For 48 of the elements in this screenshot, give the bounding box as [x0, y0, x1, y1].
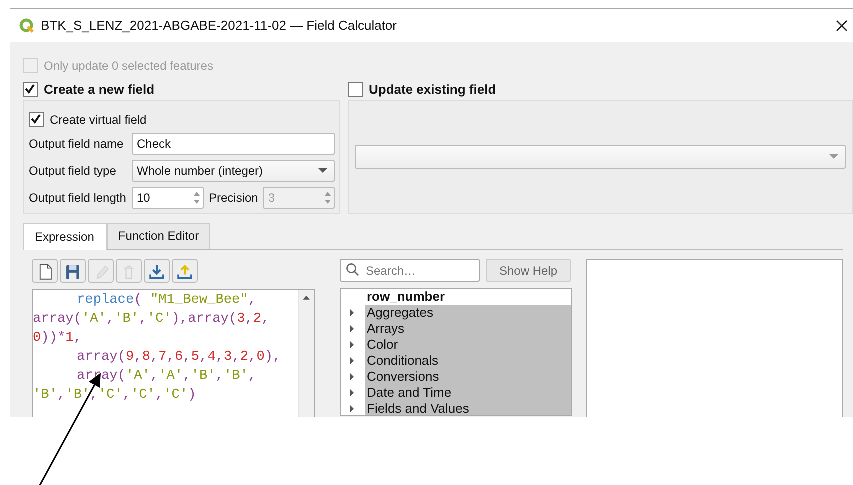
- dropdown-arrow-icon: [829, 154, 839, 160]
- toolbar-button[interactable]: [32, 259, 58, 283]
- function-group[interactable]: Color: [365, 337, 571, 353]
- checkbox-label: Update existing field: [369, 82, 496, 97]
- toolbar-button[interactable]: [60, 259, 86, 283]
- code-line: array('A','B','C'),array(3,2,: [33, 311, 271, 329]
- field-label: Precision: [209, 191, 258, 205]
- function-group[interactable]: Aggregates: [365, 305, 571, 321]
- function-group[interactable]: Conversions: [365, 369, 571, 385]
- field-type-dropdown[interactable]: Whole number (integer): [132, 160, 336, 182]
- expand-arrow-icon[interactable]: [348, 389, 356, 397]
- checkbox[interactable]: [29, 112, 44, 127]
- function-group[interactable]: Conditionals: [365, 353, 571, 369]
- field-label: Output field name: [29, 137, 125, 151]
- tab[interactable]: Expression: [23, 223, 108, 250]
- search-field[interactable]: Search…: [340, 259, 480, 282]
- output-name-field[interactable]: Check: [132, 133, 336, 155]
- dropdown-arrow-icon: [318, 168, 328, 174]
- app-logo-icon: [19, 18, 35, 34]
- function-item[interactable]: row_number: [365, 289, 571, 305]
- function-group[interactable]: Arrays: [365, 321, 571, 337]
- length-spinbox[interactable]: 10: [132, 187, 204, 209]
- tab[interactable]: Function Editor: [107, 223, 210, 249]
- function-group[interactable]: Fields and Values: [365, 401, 571, 415]
- show-help-button[interactable]: Show Help: [486, 259, 571, 282]
- checkbox-label: Only update 0 selected features: [44, 58, 214, 72]
- expand-arrow-icon[interactable]: [348, 341, 356, 349]
- expand-arrow-icon[interactable]: [348, 325, 356, 333]
- code-line: replace( "M1_Bew_Bee",: [76, 292, 258, 310]
- expand-arrow-icon[interactable]: [348, 309, 356, 317]
- field-label: Output field length: [29, 191, 128, 205]
- checkbox-label: Create a new field: [44, 82, 155, 97]
- window-title: BTK_S_LENZ_2021-ABGABE-2021-11-02 — Field Calculator: [41, 18, 398, 33]
- code-line: 0))*1,: [33, 330, 83, 348]
- checkbox-label: Create virtual field: [50, 112, 147, 126]
- toolbar-button[interactable]: [144, 259, 170, 283]
- scroll-bar[interactable]: [298, 290, 314, 417]
- checkbox[interactable]: [23, 82, 38, 97]
- toolbar-button[interactable]: [172, 259, 198, 283]
- checkbox[interactable]: [348, 82, 363, 97]
- expand-arrow-icon[interactable]: [348, 405, 356, 413]
- expand-arrow-icon[interactable]: [348, 373, 356, 381]
- field-dropdown[interactable]: [355, 145, 846, 169]
- function-group[interactable]: Date and Time: [365, 385, 571, 401]
- code-line: 'B','B','C','C','C'): [33, 387, 198, 405]
- code-line: array(9,8,7,6,5,4,3,2,0),: [76, 349, 282, 367]
- field-label: Output field type: [29, 164, 118, 178]
- expand-arrow-icon[interactable]: [348, 357, 356, 365]
